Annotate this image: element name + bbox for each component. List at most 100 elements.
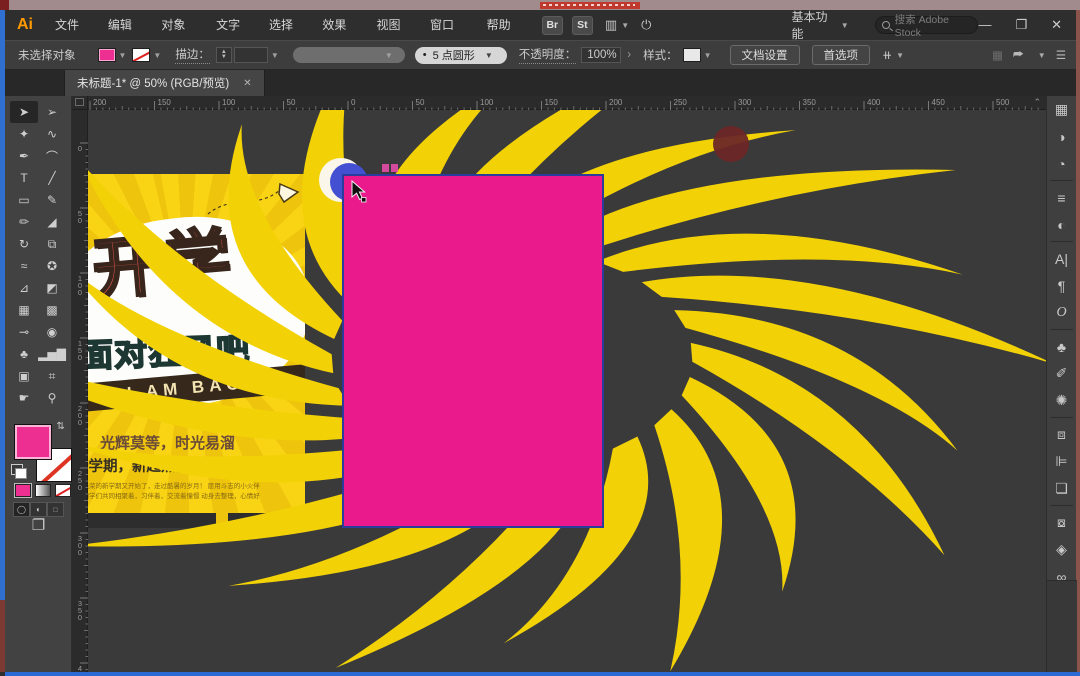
panel-transparency[interactable]: ◐ xyxy=(1047,211,1076,238)
panel-paragraph[interactable]: ¶ xyxy=(1047,272,1076,299)
panel-dock-toggle-icon[interactable]: ⮫ xyxy=(1013,49,1024,62)
menu-item-3[interactable]: 文字(T) xyxy=(208,10,261,62)
workspace-switcher[interactable]: 基本功能 ▼ xyxy=(791,8,848,42)
stroke-weight-label[interactable]: 描边： xyxy=(175,46,210,64)
chevron-down-icon[interactable]: ▼ xyxy=(119,51,127,60)
chevron-down-icon[interactable]: ▼ xyxy=(704,51,712,60)
default-fill-stroke-icon[interactable] xyxy=(11,464,27,479)
panel-opentype[interactable]: O xyxy=(1047,299,1076,326)
stroke-color-swatch[interactable] xyxy=(132,48,151,62)
perspective-selection-tool[interactable]: ◩ xyxy=(38,277,66,299)
menu-item-6[interactable]: 视图(V) xyxy=(369,10,422,62)
panel-layers[interactable]: ◈ xyxy=(1047,536,1076,563)
pen-tool[interactable]: ✒ xyxy=(10,145,38,167)
pencil-tool[interactable]: ✏ xyxy=(10,211,38,233)
selection-tool[interactable]: ➤ xyxy=(10,101,38,123)
horizontal-ruler[interactable]: 200 150 100 50 0 50 100 150 200 250 300 350 400 450 50… xyxy=(88,96,1046,110)
arrange-documents-icon[interactable]: ▥ xyxy=(605,17,617,33)
lasso-tool[interactable]: ∿ xyxy=(38,123,66,145)
color-mode-button[interactable] xyxy=(15,484,31,497)
stock-button[interactable]: St xyxy=(571,15,593,35)
panel-character[interactable]: A| xyxy=(1047,245,1076,272)
variable-width-profile-dropdown[interactable]: • 5 点圆形 ▼ xyxy=(414,46,507,64)
menu-list-icon[interactable]: ☰ xyxy=(1056,48,1066,62)
column-graph-tool[interactable]: ▂▅▇ xyxy=(38,343,66,365)
style-swatch[interactable] xyxy=(682,48,701,62)
blend-tool[interactable]: ◉ xyxy=(38,321,66,343)
slice-tool[interactable]: ⌗ xyxy=(38,365,66,387)
symbol-sprayer-tool[interactable]: ♣ xyxy=(10,343,38,365)
stroke-weight-stepper[interactable]: ▲ ▼ xyxy=(215,47,232,63)
free-transform-tool[interactable]: ⧉ xyxy=(38,233,66,255)
magic-wand-tool[interactable]: ✦ xyxy=(10,123,38,145)
artboard-tool[interactable]: ▣ xyxy=(10,365,38,387)
perspective-grid-tool[interactable]: ⊿ xyxy=(10,277,38,299)
zoom-tool[interactable]: ⚲ xyxy=(38,387,66,409)
document-setup-button[interactable]: 文档设置 xyxy=(729,45,800,65)
panel-brushes[interactable]: ✐ xyxy=(1047,360,1076,387)
panel-transform[interactable]: ⧈ xyxy=(1047,421,1076,448)
type-tool[interactable]: T xyxy=(10,167,38,189)
preferences-button[interactable]: 首选项 xyxy=(811,45,870,65)
eraser-tool[interactable]: ◢ xyxy=(38,211,66,233)
maximize-button[interactable]: ❐ xyxy=(1015,17,1027,33)
vertical-ruler[interactable]: 050100150200250300350400 xyxy=(72,110,88,672)
rotate-tool[interactable]: ↻ xyxy=(10,233,38,255)
tab-close-icon[interactable]: ✕ xyxy=(243,78,251,89)
swap-fill-stroke-icon[interactable]: ⇄ xyxy=(55,421,66,429)
eyedropper-tool[interactable]: ⊸ xyxy=(10,321,38,343)
chevron-down-icon[interactable]: ▼ xyxy=(271,51,279,60)
panel-align[interactable]: ⊫ xyxy=(1047,448,1076,475)
menu-item-8[interactable]: 帮助(H) xyxy=(479,10,533,62)
stroke-weight-field[interactable] xyxy=(233,47,268,63)
scroll-up-icon[interactable]: ⌃ xyxy=(1033,97,1041,108)
brush-definition-dropdown[interactable]: ▼ xyxy=(292,47,405,63)
draw-normal-button[interactable]: ◯ xyxy=(13,502,30,517)
rectangle-tool[interactable]: ▭ xyxy=(10,189,38,211)
stock-search-input[interactable]: 搜索 Adobe Stock xyxy=(874,14,979,39)
panel-color[interactable]: ◑ xyxy=(1047,123,1076,150)
panel-stroke[interactable]: ≡ xyxy=(1047,184,1076,211)
gradient-mode-button[interactable] xyxy=(35,484,51,497)
hand-tool[interactable]: ☛ xyxy=(10,387,38,409)
direct-selection-tool[interactable]: ➢ xyxy=(38,101,66,123)
panel-asset-export[interactable]: ⧇ xyxy=(1047,509,1076,536)
menu-item-0[interactable]: 文件(F) xyxy=(47,10,100,62)
draw-behind-button[interactable]: ◐ xyxy=(30,502,47,517)
draw-inside-button[interactable]: ◘ xyxy=(47,502,64,517)
panel-gradient[interactable]: ◔ xyxy=(1047,150,1076,177)
opacity-label[interactable]: 不透明度： xyxy=(518,46,577,64)
panel-swatches[interactable]: ▦ xyxy=(1047,96,1076,123)
opacity-expand-icon[interactable]: › xyxy=(627,49,631,61)
document-tab[interactable]: 未标题-1* @ 50% (RGB/预览) ✕ xyxy=(64,70,265,96)
menu-item-2[interactable]: 对象(O) xyxy=(153,10,208,62)
align-glyph-icon[interactable]: ⧺ xyxy=(882,48,892,62)
fill-indicator[interactable] xyxy=(14,424,52,460)
curvature-tool[interactable]: ⌒ xyxy=(38,145,66,167)
puppet-warp-tool[interactable]: ✪ xyxy=(38,255,66,277)
panel-symbols[interactable]: ♣ xyxy=(1047,333,1076,360)
fill-color-swatch[interactable] xyxy=(97,48,116,62)
gradient-tool[interactable]: ▩ xyxy=(38,299,66,321)
menu-item-1[interactable]: 编辑(E) xyxy=(100,10,153,62)
width-tool[interactable]: ≈ xyxy=(10,255,38,277)
panel-appearance[interactable]: ✺ xyxy=(1047,387,1076,414)
change-screen-mode-icon[interactable]: ❐ xyxy=(5,516,72,534)
menu-item-7[interactable]: 窗口(W) xyxy=(422,10,479,62)
ruler-origin-corner[interactable] xyxy=(72,96,88,110)
opacity-field[interactable]: 100% xyxy=(581,47,622,63)
menu-item-5[interactable]: 效果(C) xyxy=(314,10,368,62)
share-icon[interactable]: ⏻ xyxy=(641,17,651,33)
pink-rectangle-object[interactable] xyxy=(342,174,604,528)
chevron-down-icon[interactable]: ▼ xyxy=(621,21,629,30)
panel-pathfinder[interactable]: ❏ xyxy=(1047,475,1076,502)
chevron-down-icon[interactable]: ▼ xyxy=(153,51,161,60)
mesh-tool[interactable]: ▦ xyxy=(10,299,38,321)
bridge-button[interactable]: Br xyxy=(541,15,563,35)
line-segment-tool[interactable]: ╱ xyxy=(38,167,66,189)
canvas-area[interactable]: 开学 面对狂风吧 I AM BACK 光辉莫等，时光易溜 新学期，新起点，我们将… xyxy=(88,110,1046,672)
none-mode-button[interactable] xyxy=(55,484,71,497)
chevron-down-icon[interactable]: ▼ xyxy=(896,51,904,60)
chevron-down-icon[interactable]: ▼ xyxy=(1038,51,1046,60)
menu-item-4[interactable]: 选择(S) xyxy=(261,10,314,62)
